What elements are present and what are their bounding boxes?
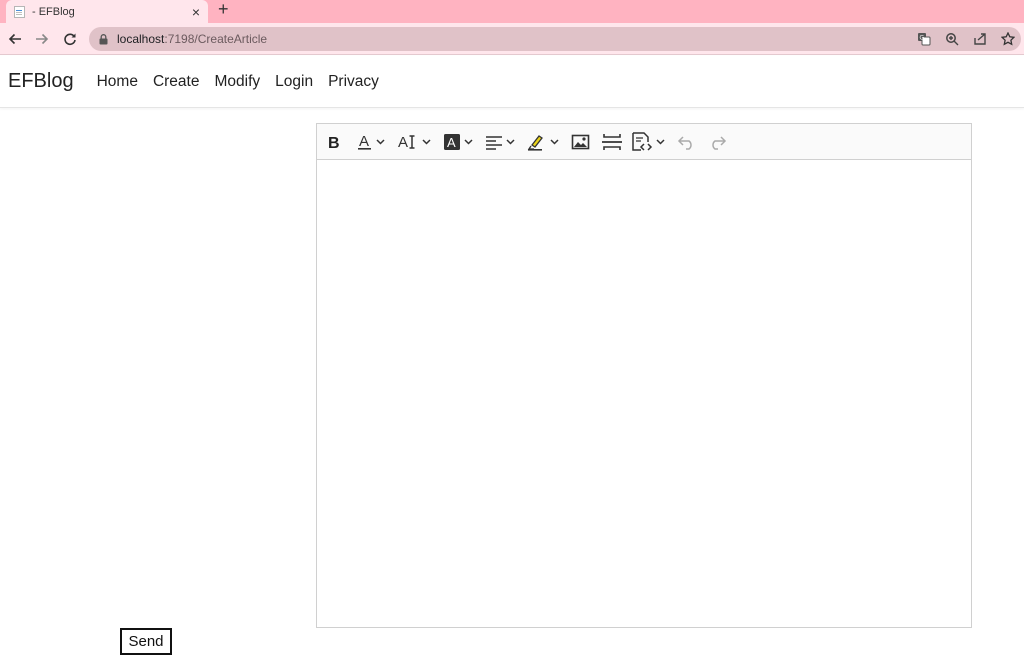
- font-color-icon: A: [358, 133, 371, 150]
- align-button[interactable]: [485, 129, 515, 155]
- new-tab-button[interactable]: +: [218, 0, 229, 20]
- zoom-button[interactable]: [944, 31, 959, 46]
- font-color-button[interactable]: A: [357, 129, 385, 155]
- site-navbar: EFBlog Home Create Modify Login Privacy: [0, 56, 1024, 108]
- nav-link-home[interactable]: Home: [97, 73, 138, 91]
- bold-icon: B: [328, 135, 340, 150]
- editor-toolbar: B A A A: [317, 124, 971, 160]
- zoom-icon: [945, 32, 958, 45]
- svg-text:A: A: [447, 135, 456, 150]
- undo-icon: [677, 135, 692, 150]
- reload-icon: [64, 33, 76, 46]
- address-bar-actions: G: [916, 31, 1015, 46]
- rich-text-editor: B A A A: [316, 123, 972, 628]
- highlight-icon: [527, 134, 543, 151]
- tab-close-icon[interactable]: ×: [192, 5, 200, 19]
- align-left-icon: [486, 135, 502, 150]
- url-path: :7198/CreateArticle: [164, 32, 268, 46]
- horizontal-rule-button[interactable]: [601, 129, 623, 155]
- url-host: localhost: [117, 32, 165, 46]
- svg-text:A: A: [398, 134, 408, 151]
- url-text: localhost:7198/CreateArticle: [117, 32, 267, 46]
- arrow-right-icon: [36, 33, 49, 45]
- source-editing-button[interactable]: [631, 129, 665, 155]
- share-button[interactable]: [972, 31, 987, 46]
- tab-title: - EFBlog: [32, 5, 75, 18]
- font-size-icon: A: [398, 134, 415, 151]
- undo-button[interactable]: [677, 129, 697, 155]
- bookmark-button[interactable]: [1000, 31, 1015, 46]
- send-button[interactable]: Send: [120, 628, 172, 655]
- browser-tabstrip: - EFBlog × +: [0, 0, 1024, 23]
- translate-button[interactable]: G: [916, 31, 931, 46]
- svg-text:A: A: [359, 133, 369, 150]
- lock-icon: [99, 33, 108, 44]
- chevron-down-icon: [464, 138, 473, 145]
- chevron-down-icon: [506, 138, 515, 145]
- image-icon: [571, 134, 590, 149]
- source-code-icon: [632, 131, 653, 151]
- redo-button[interactable]: [707, 129, 727, 155]
- editor-content-area[interactable]: [317, 160, 971, 627]
- nav-link-create[interactable]: Create: [153, 73, 200, 91]
- svg-text:G: G: [919, 35, 924, 41]
- browser-toolbar: localhost:7198/CreateArticle G: [0, 23, 1024, 55]
- share-icon: [973, 32, 986, 45]
- chevron-down-icon: [376, 138, 385, 145]
- nav-link-login[interactable]: Login: [275, 73, 313, 91]
- chevron-down-icon: [422, 138, 431, 145]
- forward-button[interactable]: [32, 29, 52, 49]
- font-size-button[interactable]: A: [397, 129, 431, 155]
- navbar-brand[interactable]: EFBlog: [8, 70, 74, 93]
- arrow-left-icon: [8, 33, 21, 45]
- redo-icon: [712, 135, 727, 150]
- chevron-down-icon: [550, 138, 559, 145]
- page-favicon-icon: [14, 5, 25, 18]
- nav-link-privacy[interactable]: Privacy: [328, 73, 379, 91]
- highlight-button[interactable]: [527, 129, 559, 155]
- svg-text:B: B: [328, 135, 340, 150]
- browser-tab[interactable]: - EFBlog ×: [6, 0, 208, 23]
- nav-link-modify[interactable]: Modify: [214, 73, 260, 91]
- insert-image-button[interactable]: [571, 129, 591, 155]
- back-button[interactable]: [5, 29, 25, 49]
- chevron-down-icon: [656, 138, 665, 145]
- reload-button[interactable]: [60, 29, 80, 49]
- star-icon: [1000, 31, 1015, 46]
- address-bar[interactable]: localhost:7198/CreateArticle G: [89, 27, 1021, 51]
- bold-button[interactable]: B: [325, 129, 345, 155]
- translate-icon: G: [917, 32, 930, 45]
- background-color-icon: A: [444, 133, 460, 150]
- horizontal-line-icon: [602, 133, 622, 150]
- background-color-button[interactable]: A: [443, 129, 473, 155]
